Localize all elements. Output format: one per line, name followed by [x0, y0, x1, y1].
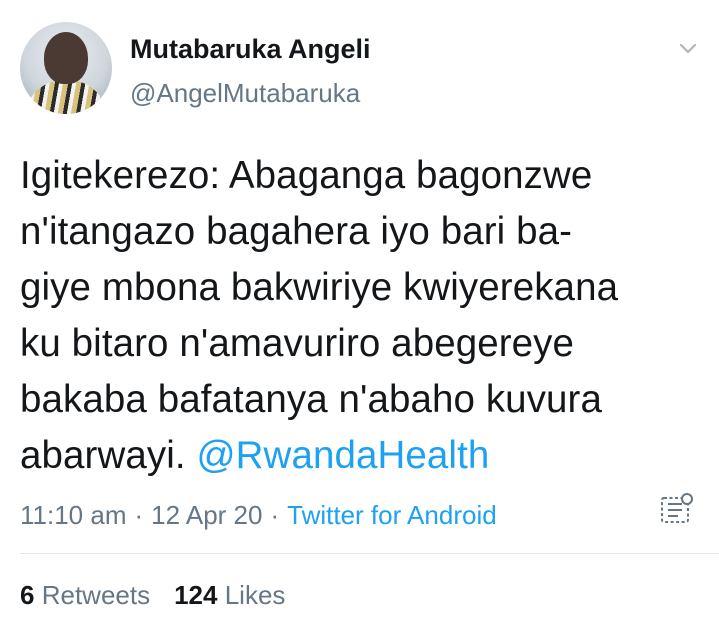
user-handle[interactable]: @AngelMutabaruka — [130, 78, 360, 109]
tweet-date: 12 Apr 20 — [151, 500, 263, 530]
likes-count: 124 — [174, 580, 218, 610]
retweets-stat[interactable]: 6 Retweets — [20, 580, 150, 610]
retweets-count: 6 — [20, 580, 35, 610]
avatar-face — [44, 32, 88, 84]
tweet-text: Igitekerezo: Abaganga bagonzwe n'itangaz… — [20, 148, 710, 484]
tweet-activity-icon[interactable] — [656, 490, 696, 530]
retweets-label: Retweets — [41, 580, 151, 610]
tweet-meta: 11:10 am · 12 Apr 20 · Twitter for Android — [20, 500, 497, 531]
chevron-down-icon[interactable] — [678, 38, 698, 58]
tweet-stats: 6 Retweets 124 Likes — [20, 580, 285, 611]
tweet-body: Igitekerezo: Abaganga bagonzwe n'itangaz… — [20, 154, 619, 477]
divider — [20, 553, 719, 554]
tweet-source-link[interactable]: Twitter for Android — [287, 500, 497, 530]
mention-link[interactable]: @RwandaHealth — [196, 434, 489, 477]
avatar-shirt — [24, 80, 108, 114]
likes-stat[interactable]: 124 Likes — [174, 580, 285, 610]
avatar[interactable] — [20, 22, 112, 114]
display-name[interactable]: Mutabaruka Angeli — [130, 34, 371, 65]
tweet-time: 11:10 am — [20, 500, 127, 530]
meta-separator: · — [270, 500, 280, 530]
meta-separator: · — [134, 500, 144, 530]
likes-label: Likes — [224, 580, 286, 610]
